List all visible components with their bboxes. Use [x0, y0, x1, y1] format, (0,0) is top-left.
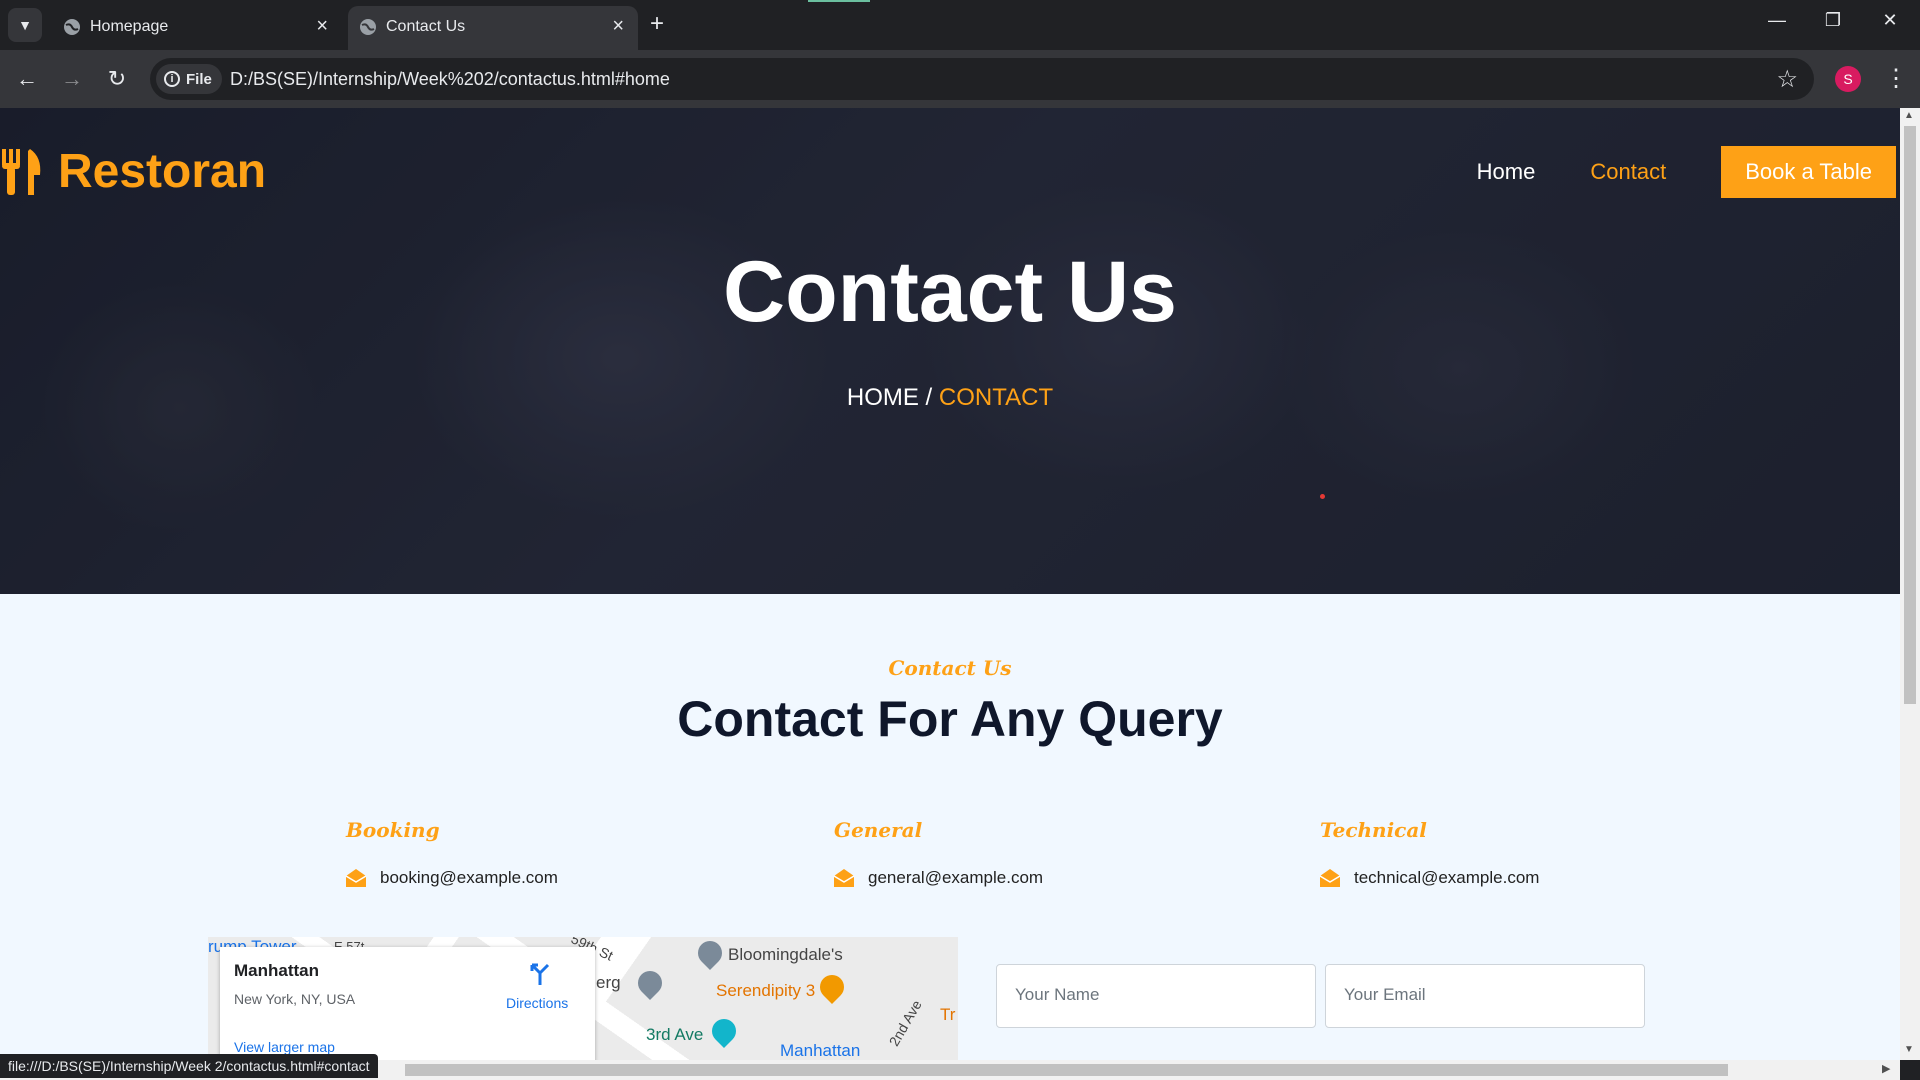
- close-icon[interactable]: ×: [316, 15, 328, 38]
- email-placeholder: Your Email: [1344, 985, 1426, 1004]
- tab-contact-us[interactable]: Contact Us ×: [348, 6, 638, 50]
- view-larger-map-link[interactable]: View larger map: [234, 1039, 335, 1055]
- globe-icon: [64, 19, 80, 35]
- contact-general: General general@example.com: [834, 818, 1043, 888]
- contact-booking: Booking booking@example.com: [346, 818, 558, 888]
- email-row: general@example.com: [834, 868, 1043, 888]
- tab-strip-indicator: [808, 0, 870, 2]
- map-label: 2nd Ave: [885, 997, 925, 1049]
- tab-strip: ▼ Homepage × Contact Us × + — ❐ ✕: [0, 0, 1920, 50]
- brand-name: Restoran: [58, 145, 267, 198]
- email-row: booking@example.com: [346, 868, 558, 888]
- breadcrumb-separator: /: [925, 384, 933, 411]
- tab-homepage[interactable]: Homepage ×: [52, 6, 342, 50]
- tab-search-button[interactable]: ▼: [8, 8, 42, 42]
- forward-button[interactable]: →: [57, 64, 87, 94]
- breadcrumb: HOME / CONTACT: [0, 384, 1900, 412]
- back-button[interactable]: ←: [12, 64, 42, 94]
- info-icon: i: [164, 71, 180, 87]
- new-tab-button[interactable]: +: [650, 10, 664, 38]
- contact-label: Booking: [346, 818, 440, 842]
- globe-icon: [360, 19, 376, 35]
- bookmark-star-icon[interactable]: ☆: [1776, 65, 1798, 94]
- email-input[interactable]: Your Email: [1325, 964, 1645, 1028]
- window-close-button[interactable]: ✕: [1870, 10, 1910, 31]
- contact-label: General: [834, 818, 923, 842]
- browser-toolbar: ← → ↻ i File D:/BS(SE)/Internship/Week%2…: [0, 50, 1920, 108]
- chevron-down-icon: ▼: [18, 17, 32, 33]
- map-info-card: Manhattan New York, NY, USA Directions V…: [220, 947, 595, 1060]
- restore-button[interactable]: ❐: [1813, 10, 1853, 31]
- site-info-chip[interactable]: i File: [156, 64, 222, 94]
- nav-contact-link[interactable]: Contact: [1590, 159, 1666, 185]
- map-place-name: Manhattan: [234, 961, 319, 980]
- map-label: Tr: [940, 1005, 956, 1024]
- contact-email[interactable]: general@example.com: [868, 868, 1043, 888]
- restaurant-pin-icon[interactable]: [815, 970, 849, 1004]
- directions-icon[interactable]: [528, 961, 552, 985]
- vertical-scrollbar[interactable]: ▲ ▼: [1900, 108, 1920, 1060]
- utensils-icon: [2, 148, 41, 195]
- hero-banner: Restoran Home Contact Book a Table Conta…: [0, 108, 1900, 594]
- google-map-embed[interactable]: rump Tower E 57t 59th St Bloomingdale's …: [208, 937, 958, 1060]
- brand-logo[interactable]: Restoran: [0, 144, 266, 199]
- scroll-up-arrow-icon[interactable]: ▲: [1904, 110, 1914, 121]
- contact-label: Technical: [1320, 818, 1427, 842]
- name-input[interactable]: Your Name: [996, 964, 1316, 1028]
- scroll-down-arrow-icon[interactable]: ▼: [1904, 1044, 1914, 1055]
- map-label: Bloomingdale's: [728, 945, 843, 964]
- horizontal-scroll-thumb[interactable]: [405, 1064, 1728, 1076]
- map-label: erg: [596, 973, 621, 992]
- address-bar[interactable]: i File D:/BS(SE)/Internship/Week%202/con…: [150, 58, 1814, 100]
- map-label: 3rd Ave: [646, 1025, 704, 1044]
- map-label: Serendipity 3: [716, 981, 816, 1000]
- decorative-dot: [1320, 494, 1325, 499]
- envelope-open-icon: [834, 869, 854, 887]
- page-title: Contact Us: [723, 244, 1177, 340]
- nav-home-link[interactable]: Home: [1477, 159, 1536, 185]
- reload-button[interactable]: ↻: [102, 64, 132, 94]
- email-row: technical@example.com: [1320, 868, 1539, 888]
- contact-email[interactable]: booking@example.com: [380, 868, 558, 888]
- section-title: Contact For Any Query: [677, 691, 1223, 747]
- envelope-open-icon: [1320, 869, 1340, 887]
- page-viewport: Restoran Home Contact Book a Table Conta…: [0, 108, 1900, 1060]
- url-text[interactable]: D:/BS(SE)/Internship/Week%202/contactus.…: [230, 69, 670, 90]
- map-pin-icon[interactable]: [707, 1014, 741, 1048]
- breadcrumb-current: CONTACT: [938, 384, 1054, 411]
- status-bar-url: file:///D:/BS(SE)/Internship/Week 2/cont…: [0, 1054, 378, 1078]
- breadcrumb-home[interactable]: HOME: [847, 384, 919, 411]
- contact-email[interactable]: technical@example.com: [1354, 868, 1539, 888]
- map-label: Manhattan: [780, 1041, 861, 1060]
- vertical-scroll-thumb[interactable]: [1904, 126, 1916, 704]
- contact-technical: Technical technical@example.com: [1320, 818, 1539, 888]
- name-placeholder: Your Name: [1015, 985, 1100, 1004]
- book-table-button[interactable]: Book a Table: [1721, 146, 1896, 198]
- scheme-label: File: [186, 70, 212, 88]
- section-tag: Contact Us: [888, 656, 1012, 680]
- more-menu-icon[interactable]: ⋮: [1884, 64, 1908, 93]
- tab-title: Contact Us: [386, 18, 466, 35]
- close-icon[interactable]: ×: [612, 15, 624, 38]
- profile-avatar[interactable]: S: [1835, 66, 1861, 92]
- map-place-address: New York, NY, USA: [234, 991, 356, 1007]
- tab-title: Homepage: [90, 18, 169, 35]
- map-pin-icon[interactable]: [693, 937, 727, 970]
- directions-link[interactable]: Directions: [506, 995, 568, 1011]
- main-nav: Home Contact Book a Table: [1477, 146, 1900, 198]
- minimize-button[interactable]: —: [1757, 10, 1797, 31]
- map-pin-icon[interactable]: [633, 966, 667, 1000]
- envelope-open-icon: [346, 869, 366, 887]
- scroll-right-arrow-icon[interactable]: ▶: [1882, 1062, 1890, 1075]
